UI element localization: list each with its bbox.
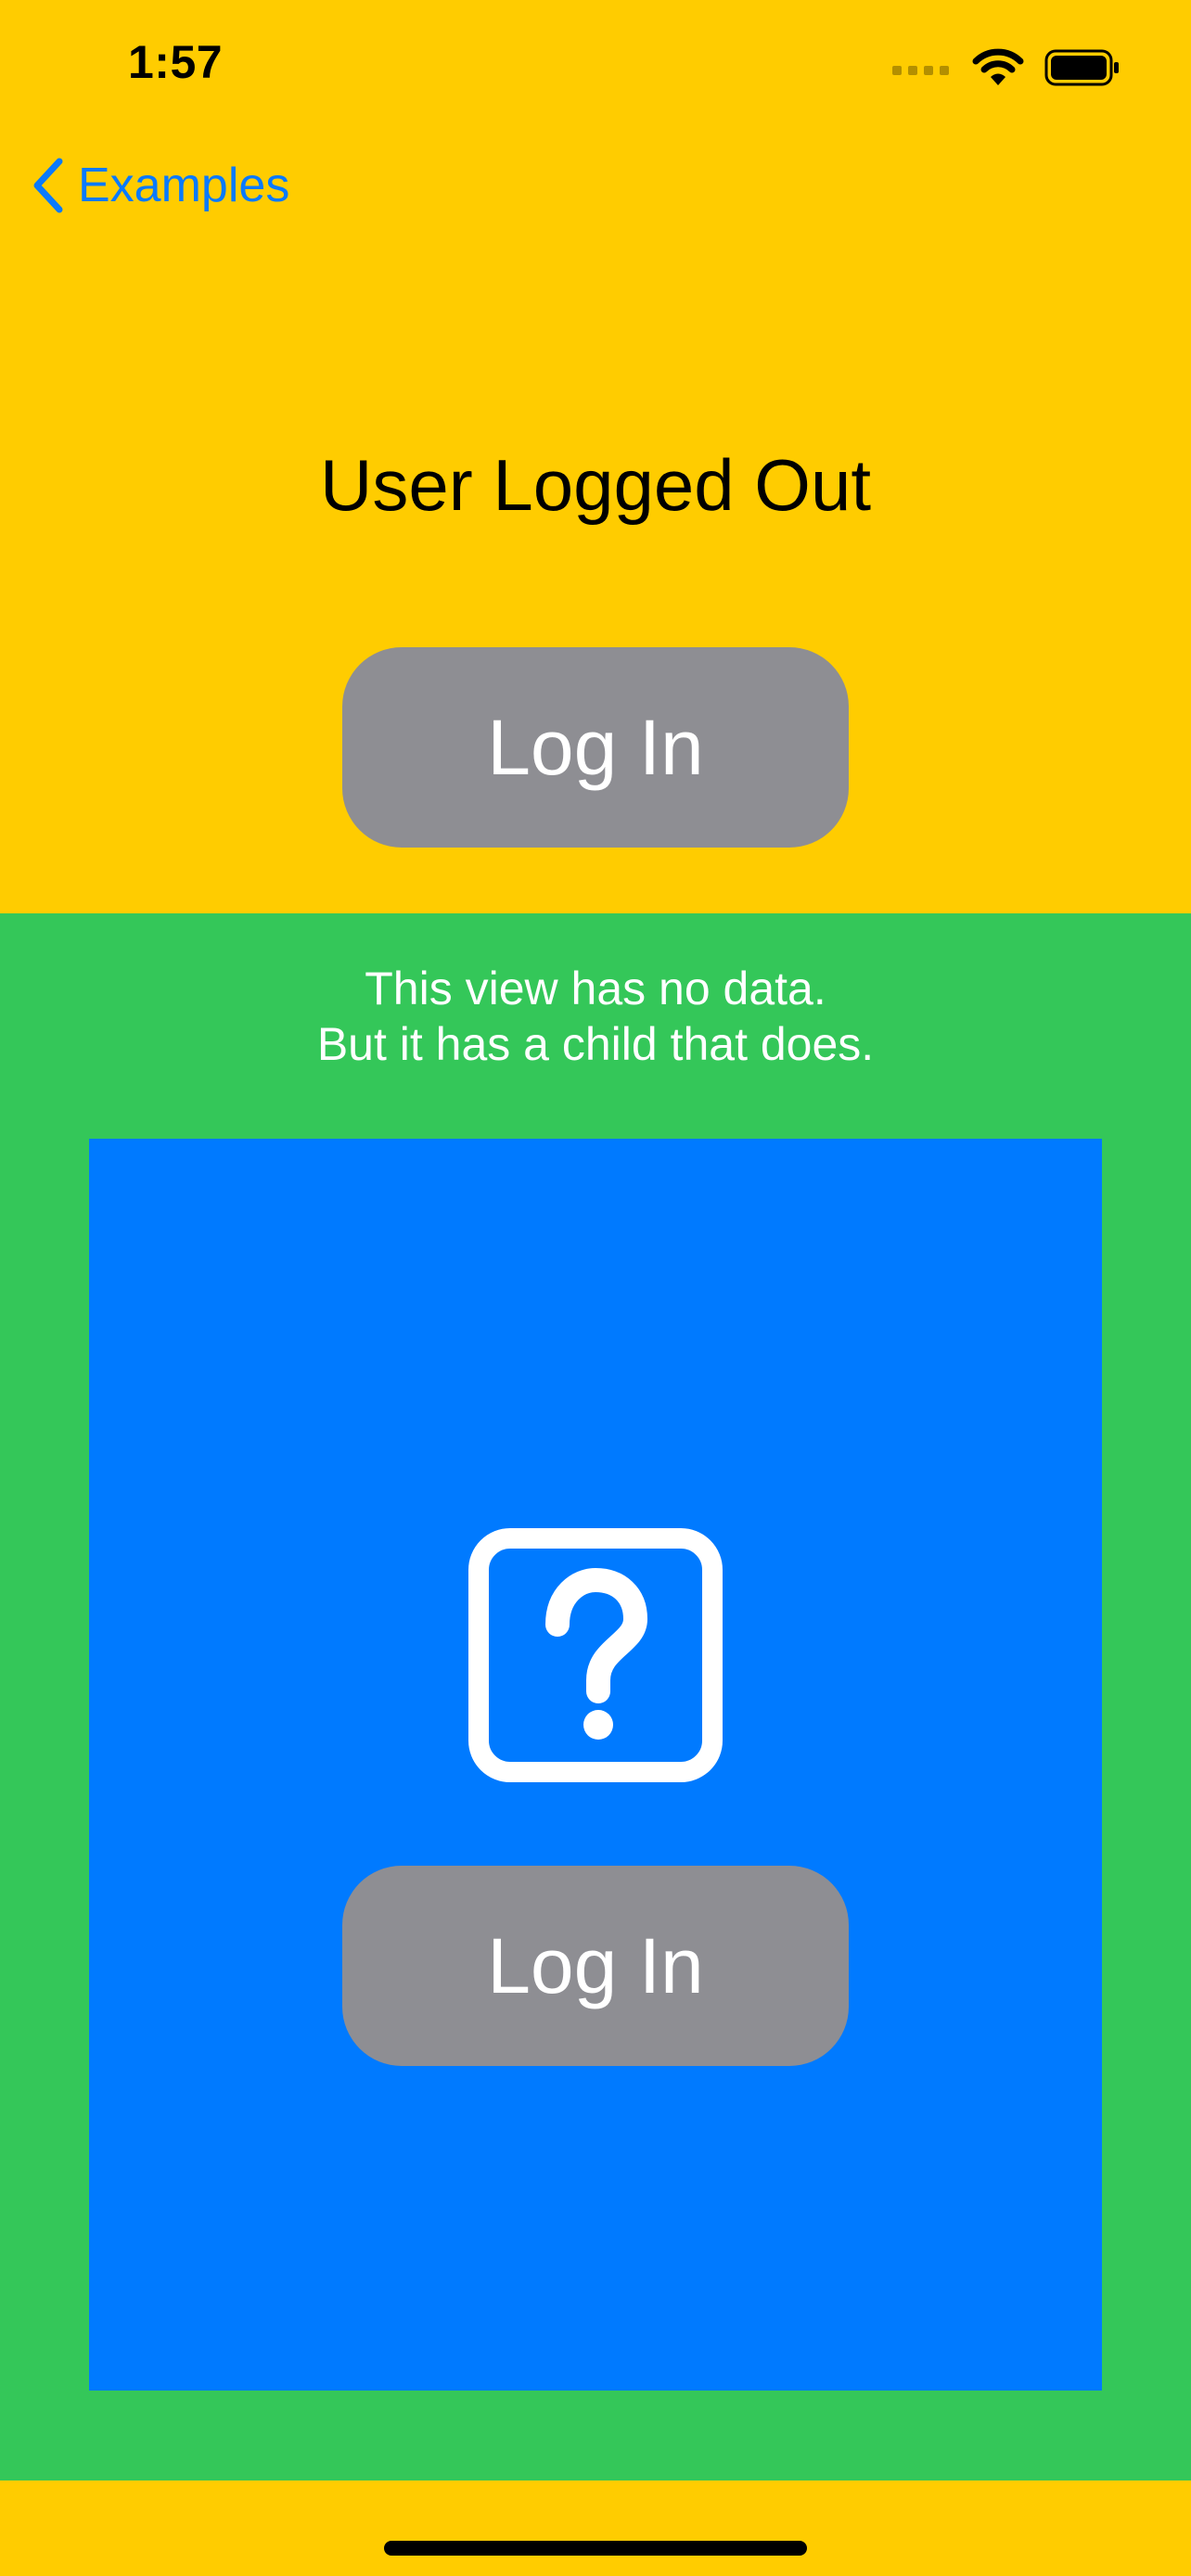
back-button-label: Examples: [78, 159, 290, 212]
child-login-button[interactable]: Log In: [342, 1866, 849, 2066]
status-bar: 1:57: [0, 0, 1191, 130]
child-description-line-1: This view has no data.: [365, 963, 826, 1014]
status-time: 1:57: [128, 36, 224, 88]
cellular-signal-icon: [892, 66, 949, 75]
battery-icon: [1044, 49, 1119, 86]
status-icons: [892, 45, 1121, 91]
home-indicator[interactable]: [384, 2541, 807, 2556]
child-description: This view has no data. But it has a chil…: [0, 961, 1191, 1072]
questionmark-square-icon: [468, 1528, 723, 1782]
child-description-line-2: But it has a child that does.: [316, 1018, 875, 1070]
back-button[interactable]: Examples: [32, 158, 289, 213]
wifi-icon: [972, 48, 1024, 85]
page-title: User Logged Out: [319, 444, 872, 526]
chevron-left-icon: [33, 158, 63, 213]
login-button[interactable]: Log In: [342, 647, 849, 848]
